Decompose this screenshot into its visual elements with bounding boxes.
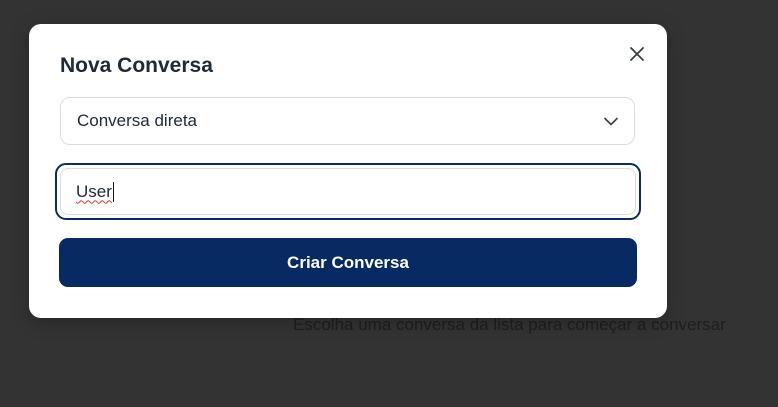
close-icon — [630, 47, 644, 61]
modal-title: Nova Conversa — [60, 54, 213, 77]
chevron-down-icon — [604, 117, 618, 126]
user-field-focus-ring: User — [55, 163, 641, 220]
user-input-value: User — [76, 181, 112, 201]
new-conversation-modal: Nova Conversa Conversa direta User Criar… — [29, 24, 667, 318]
conversation-type-select[interactable]: Conversa direta — [60, 97, 635, 145]
empty-state-hint: Escolha uma conversa da lista para começ… — [293, 315, 726, 334]
close-button[interactable] — [625, 42, 649, 66]
text-caret — [112, 181, 114, 202]
conversation-type-value: Conversa direta — [77, 111, 198, 130]
user-input[interactable]: User — [60, 168, 636, 215]
create-conversation-button[interactable]: Criar Conversa — [59, 238, 637, 287]
